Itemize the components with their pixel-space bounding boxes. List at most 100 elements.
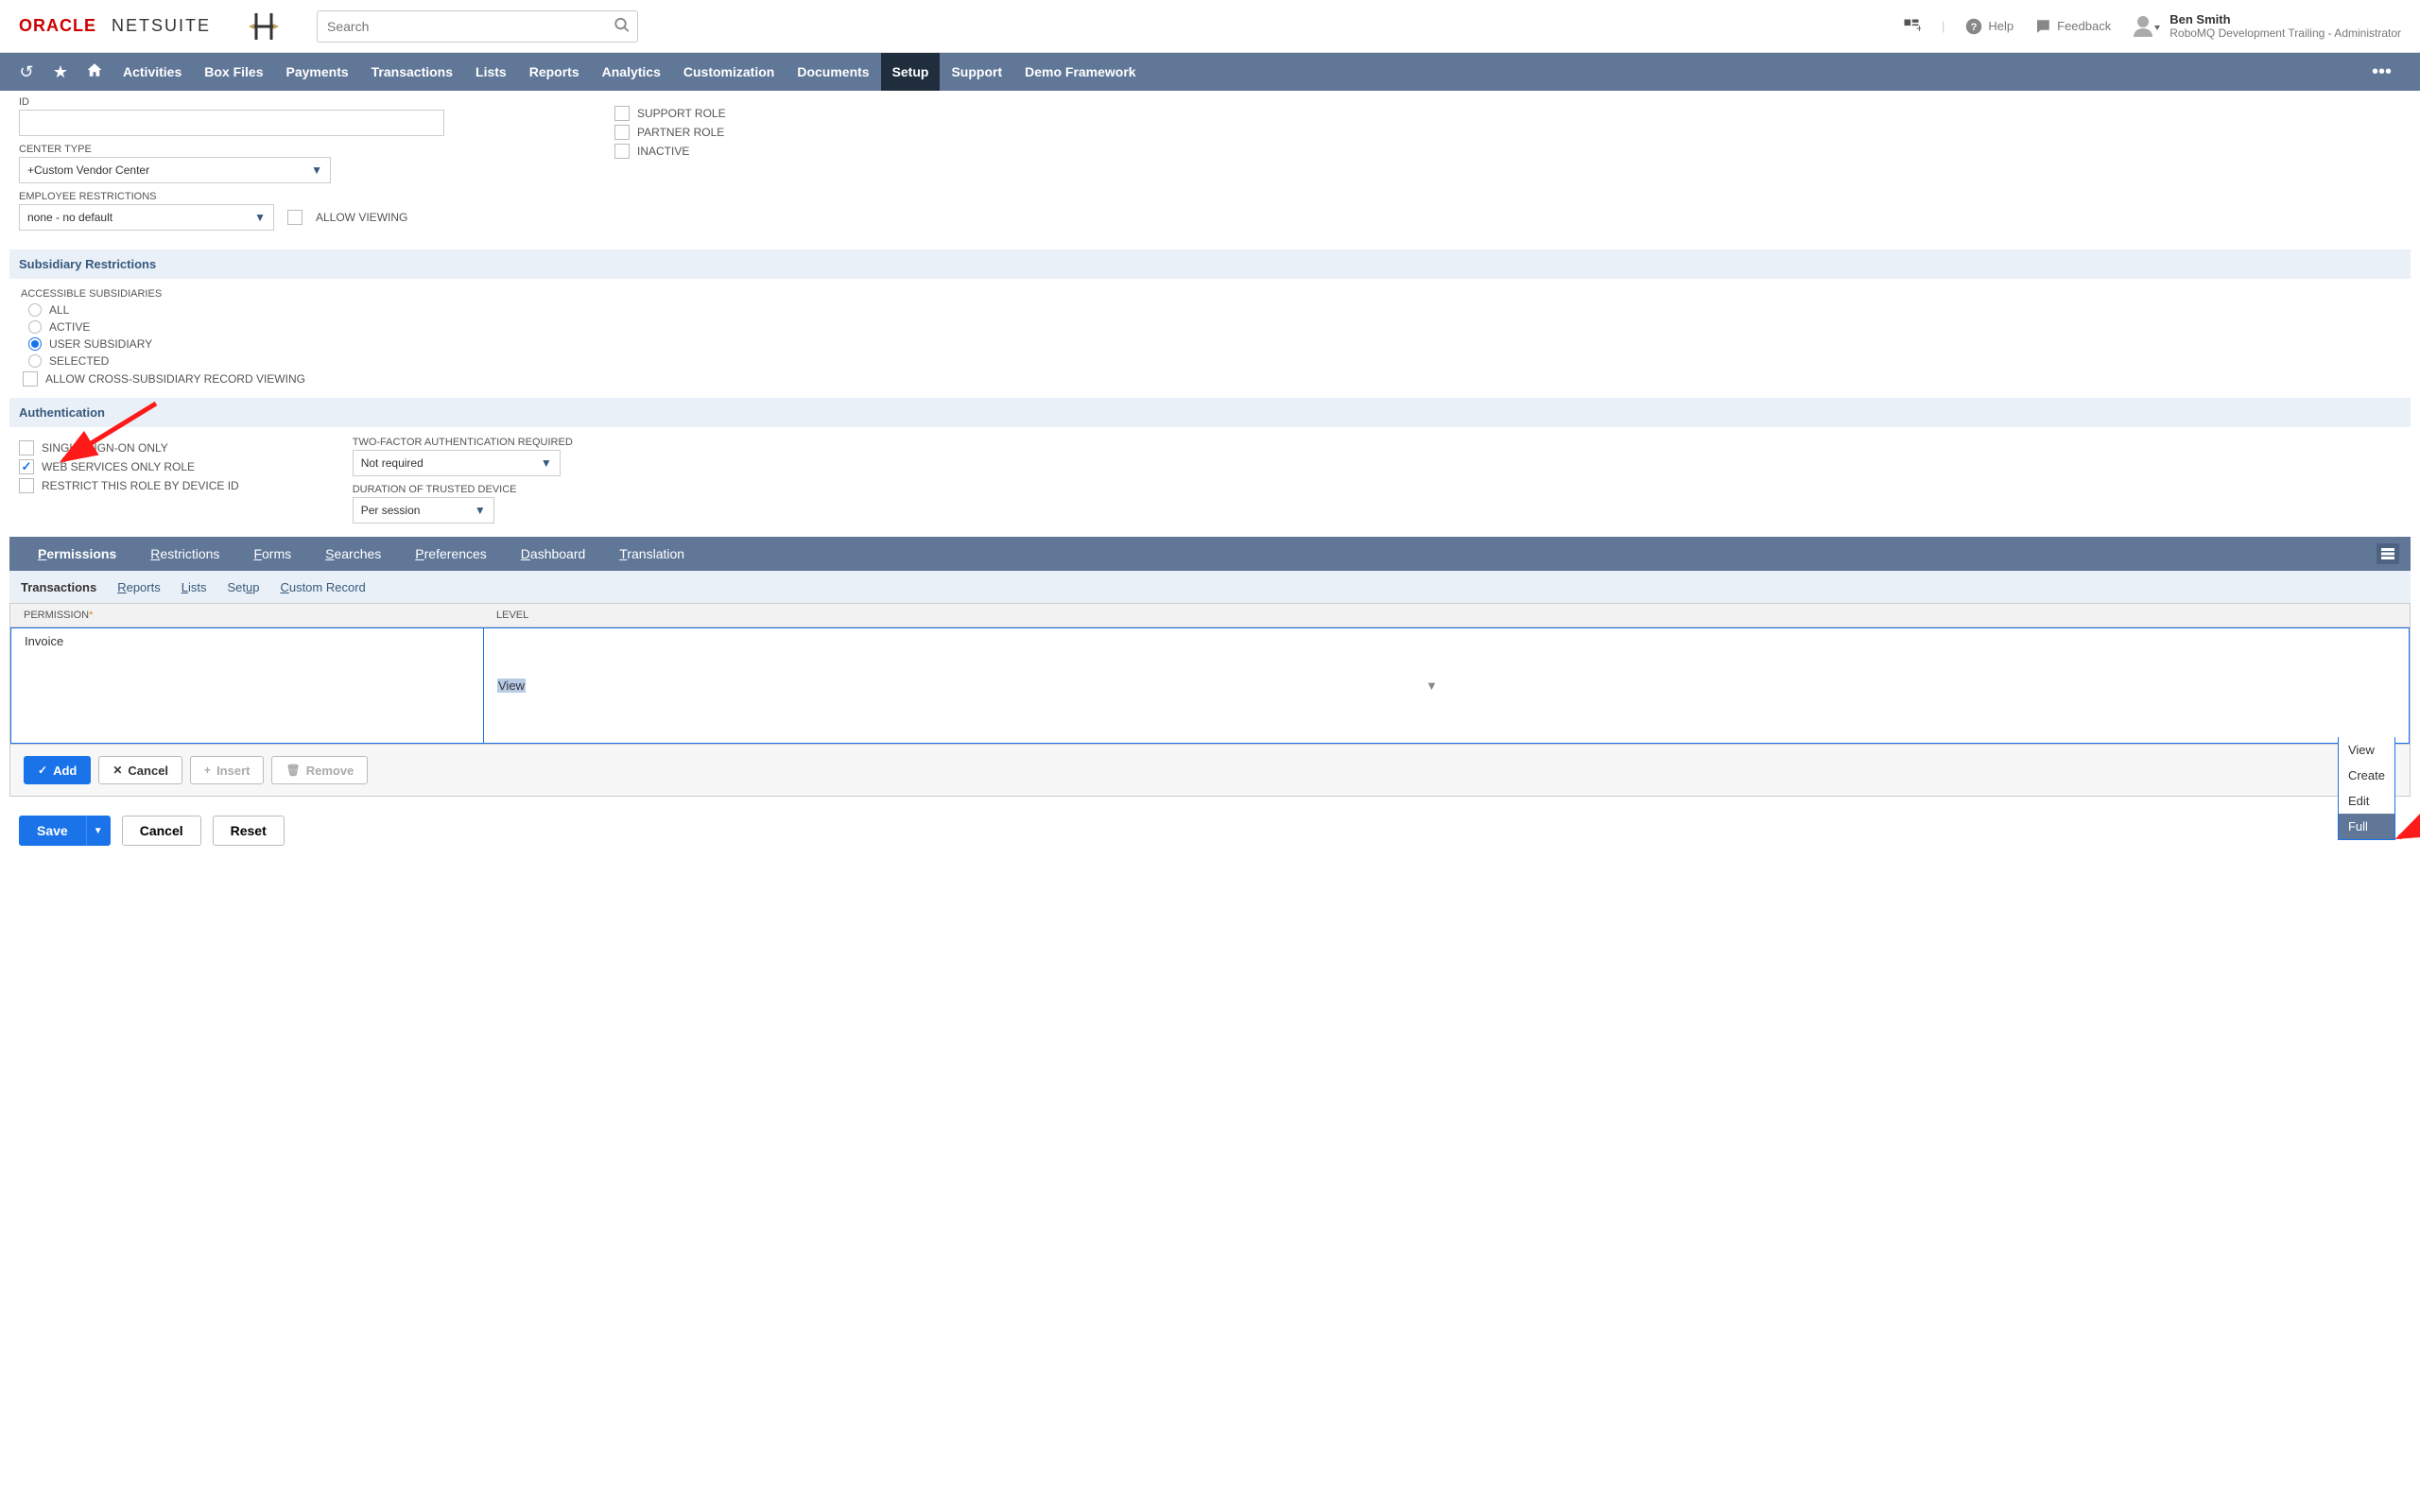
radio-user-subsidiary[interactable] [28, 337, 42, 351]
chevron-down-icon: ▼ [254, 211, 266, 224]
nav-analytics[interactable]: Analytics [591, 53, 672, 91]
search-icon[interactable] [614, 16, 631, 36]
shortcuts-icon[interactable]: + [1902, 17, 1921, 36]
tab-preferences[interactable]: Preferences [398, 537, 504, 571]
subtabs-bar: Transactions Reports Lists Setup Custom … [9, 571, 2411, 603]
topbar-right: + | ? Help Feedback Ben Smith RoboMQ Dev… [1902, 12, 2401, 40]
user-role: RoboMQ Development Trailing - Administra… [2169, 26, 2401, 40]
company-logo [245, 8, 283, 45]
subtab-reports[interactable]: Reports [117, 580, 161, 594]
allow-cross-checkbox[interactable] [23, 371, 38, 387]
id-input[interactable] [19, 110, 444, 136]
option-full[interactable]: Full [2339, 814, 2394, 839]
option-view[interactable]: View [2339, 737, 2394, 763]
emp-restrict-select[interactable]: none - no default ▼ [19, 204, 274, 231]
tab-forms[interactable]: Forms [236, 537, 308, 571]
nav-bar: ↺ ★ Activities Box Files Payments Transa… [0, 53, 2420, 91]
allow-viewing-checkbox[interactable] [287, 210, 302, 225]
subtab-setup[interactable]: Setup [227, 580, 259, 594]
cancel-button[interactable]: Cancel [122, 816, 201, 846]
sso-checkbox[interactable] [19, 440, 34, 455]
tfa-select[interactable]: Not required ▼ [353, 450, 561, 476]
level-dropdown: View Create Edit Full [2338, 737, 2395, 840]
add-button[interactable]: ✓Add [24, 756, 91, 784]
user-menu[interactable]: Ben Smith RoboMQ Development Trailing - … [2132, 12, 2401, 40]
layout-toggle-icon[interactable] [2377, 543, 2399, 564]
tab-translation[interactable]: Translation [602, 537, 701, 571]
help-link[interactable]: ? Help [1965, 18, 2014, 35]
cancel-row-button[interactable]: ✕Cancel [98, 756, 182, 784]
save-dropdown-button[interactable]: ▼ [86, 816, 111, 846]
option-edit[interactable]: Edit [2339, 788, 2394, 814]
trash-icon: 🗑 [285, 764, 300, 777]
ws-only-checkbox[interactable] [19, 459, 34, 474]
permission-cell[interactable]: Invoice [11, 628, 484, 743]
nav-payments[interactable]: Payments [275, 53, 360, 91]
subsidiary-section-header: Subsidiary Restrictions [9, 249, 2411, 279]
duration-label: DURATION OF TRUSTED DEVICE [353, 484, 573, 495]
subtab-lists[interactable]: Lists [182, 580, 207, 594]
nav-reports[interactable]: Reports [518, 53, 591, 91]
nav-setup[interactable]: Setup [881, 53, 941, 91]
tab-restrictions[interactable]: Restrictions [133, 537, 236, 571]
reset-button[interactable]: Reset [213, 816, 285, 846]
nav-more-icon[interactable]: ••• [2353, 61, 2411, 83]
help-label: Help [1988, 19, 2014, 33]
table-row: Invoice View ▼ View Create Edit Full [10, 627, 2410, 744]
plus-icon: + [204, 764, 211, 777]
radio-active[interactable] [28, 320, 42, 334]
save-button-group: Save ▼ [19, 816, 111, 846]
feedback-label: Feedback [2057, 19, 2111, 33]
tab-dashboard[interactable]: Dashboard [504, 537, 603, 571]
star-icon[interactable]: ★ [43, 62, 78, 82]
nav-activities[interactable]: Activities [112, 53, 193, 91]
support-role-label: SUPPORT ROLE [637, 107, 726, 120]
th-permission: PERMISSION* [10, 604, 483, 627]
radio-all-label: ALL [49, 303, 69, 317]
inactive-checkbox[interactable] [614, 144, 630, 159]
restrict-device-label: RESTRICT THIS ROLE BY DEVICE ID [42, 479, 239, 492]
auth-section-header: Authentication [9, 398, 2411, 427]
save-button[interactable]: Save [19, 816, 86, 846]
restrict-device-checkbox[interactable] [19, 478, 34, 493]
nav-demo-framework[interactable]: Demo Framework [1013, 53, 1147, 91]
nav-lists[interactable]: Lists [464, 53, 518, 91]
subtab-custom-record[interactable]: Custom Record [280, 580, 365, 594]
user-name: Ben Smith [2169, 12, 2401, 26]
level-cell[interactable]: View ▼ View Create Edit Full [484, 628, 2409, 743]
row-actions: ✓Add ✕Cancel +Insert 🗑Remove [10, 744, 2410, 796]
option-create[interactable]: Create [2339, 763, 2394, 788]
duration-select[interactable]: Per session ▼ [353, 497, 494, 524]
tfa-label: TWO-FACTOR AUTHENTICATION REQUIRED [353, 437, 573, 448]
tab-permissions[interactable]: Permissions [21, 537, 133, 571]
emp-restrict-label: EMPLOYEE RESTRICTIONS [19, 191, 407, 202]
chevron-down-icon: ▼ [311, 163, 322, 177]
nav-transactions[interactable]: Transactions [360, 53, 464, 91]
search-wrap [317, 10, 638, 43]
remove-button[interactable]: 🗑Remove [271, 756, 368, 784]
emp-restrict-value: none - no default [27, 211, 112, 224]
insert-button[interactable]: +Insert [190, 756, 264, 784]
nav-box-files[interactable]: Box Files [193, 53, 274, 91]
radio-selected[interactable] [28, 354, 42, 368]
support-role-checkbox[interactable] [614, 106, 630, 121]
radio-all[interactable] [28, 303, 42, 317]
nav-customization[interactable]: Customization [672, 53, 786, 91]
partner-role-checkbox[interactable] [614, 125, 630, 140]
oracle-logo: ORACLE [19, 16, 96, 36]
search-input[interactable] [317, 10, 638, 43]
top-bar: ORACLE NETSUITE + | ? Help Feedback Ben … [0, 0, 2420, 53]
center-type-select[interactable]: +Custom Vendor Center ▼ [19, 157, 331, 183]
svg-text:?: ? [1971, 21, 1978, 32]
duration-value: Per session [361, 504, 421, 517]
nav-support[interactable]: Support [940, 53, 1013, 91]
tab-searches[interactable]: Searches [308, 537, 398, 571]
feedback-link[interactable]: Feedback [2034, 18, 2111, 35]
radio-user-label: USER SUBSIDIARY [49, 337, 152, 351]
home-icon[interactable] [78, 61, 112, 83]
nav-documents[interactable]: Documents [786, 53, 880, 91]
history-icon[interactable]: ↺ [9, 62, 43, 82]
radio-active-label: ACTIVE [49, 320, 90, 334]
subtab-transactions[interactable]: Transactions [21, 580, 96, 594]
allow-cross-label: ALLOW CROSS-SUBSIDIARY RECORD VIEWING [45, 372, 305, 386]
